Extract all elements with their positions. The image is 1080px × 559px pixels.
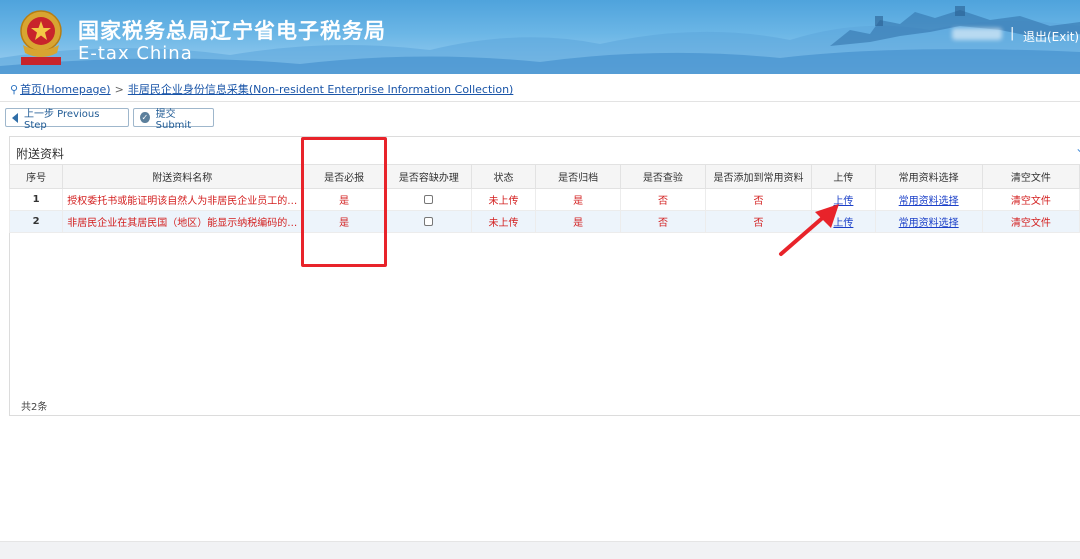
annotation-highlight-box <box>301 137 387 267</box>
row-status: 未上传 <box>470 210 537 233</box>
tax-emblem-logo <box>20 10 62 65</box>
table-row: 1 授权委托书或能证明该自然人为非居民企业员工的其他资料... 是 未上传 是 … <box>8 188 1080 211</box>
col-index: 序号 <box>8 164 64 189</box>
annotation-arrow-icon <box>779 204 839 256</box>
site-title-en: E-tax China <box>78 43 193 64</box>
breadcrumb-home[interactable]: 首页(Homepage) <box>20 83 111 96</box>
row-name: 非居民企业在其居民国（地区）能显示纳税编码的相关证件C... <box>62 210 303 233</box>
attachments-table: 序号 附送资料名称 是否必报 是否容缺办理 状态 是否归档 是否查验 是否添加到… <box>8 164 1080 233</box>
header-separator: | <box>1010 26 1015 41</box>
row-tolerance-cell <box>386 188 472 211</box>
row-status: 未上传 <box>470 188 537 211</box>
col-upload: 上传 <box>811 164 876 189</box>
row-verified: 否 <box>620 210 706 233</box>
col-add-common: 是否添加到常用资料 <box>704 164 813 189</box>
page-footer <box>0 541 1080 559</box>
clear-file-link[interactable]: 清空文件 <box>981 188 1080 211</box>
table-header-row: 序号 附送资料名称 是否必报 是否容缺办理 状态 是否归档 是否查验 是否添加到… <box>8 164 1080 189</box>
user-name-blurred <box>952 28 1002 40</box>
col-verified: 是否查验 <box>620 164 706 189</box>
breadcrumb-separator: > <box>114 83 124 96</box>
row-name: 授权委托书或能证明该自然人为非居民企业员工的其他资料... <box>62 188 303 211</box>
row-verified: 否 <box>620 188 706 211</box>
row-archived: 是 <box>535 188 622 211</box>
common-select-link[interactable]: 常用资料选择 <box>874 210 983 233</box>
breadcrumb-current[interactable]: 非居民企业身份信息采集(Non-resident Enterprise Info… <box>128 83 514 96</box>
site-title-cn: 国家税务总局辽宁省电子税务局 <box>78 19 386 43</box>
top-banner: 国家税务总局辽宁省电子税务局 E-tax China | 退出(Exit) <box>0 0 1080 74</box>
col-tolerance: 是否容缺办理 <box>386 164 472 189</box>
col-name: 附送资料名称 <box>62 164 303 189</box>
total-count: 共2条 <box>21 402 48 413</box>
breadcrumb: ⚲ 首页(Homepage) > 非居民企业身份信息采集(Non-resident E… <box>10 81 513 97</box>
col-status: 状态 <box>470 164 537 189</box>
tolerance-checkbox[interactable] <box>424 216 434 226</box>
common-select-link[interactable]: 常用资料选择 <box>874 188 983 211</box>
row-archived: 是 <box>535 210 622 233</box>
clear-file-link[interactable]: 清空文件 <box>981 210 1080 233</box>
col-archived: 是否归档 <box>535 164 622 189</box>
panel-title: 附送资料 <box>16 147 65 161</box>
previous-step-button[interactable]: 上一步 Previous Step <box>5 108 129 131</box>
previous-step-label: 上一步 Previous Step <box>24 108 100 131</box>
location-pin-icon: ⚲ <box>10 83 19 96</box>
col-clear: 清空文件 <box>981 164 1080 189</box>
chevron-down-icon[interactable]: ⌄ <box>1075 141 1080 155</box>
row-index: 1 <box>8 188 64 211</box>
submit-label: 提交 Submit <box>155 108 192 131</box>
table-row: 2 非居民企业在其居民国（地区）能显示纳税编码的相关证件C... 是 未上传 是… <box>8 210 1080 233</box>
triangle-left-icon <box>12 112 18 123</box>
col-common-select: 常用资料选择 <box>874 164 983 189</box>
breadcrumb-divider <box>0 101 1080 102</box>
submit-button[interactable]: ✓ 提交 Submit <box>133 108 214 131</box>
row-index: 2 <box>8 210 64 233</box>
logout-link[interactable]: 退出(Exit) <box>1023 28 1079 45</box>
check-circle-icon: ✓ <box>140 112 150 123</box>
row-tolerance-cell <box>386 210 472 233</box>
tolerance-checkbox[interactable] <box>424 194 434 204</box>
